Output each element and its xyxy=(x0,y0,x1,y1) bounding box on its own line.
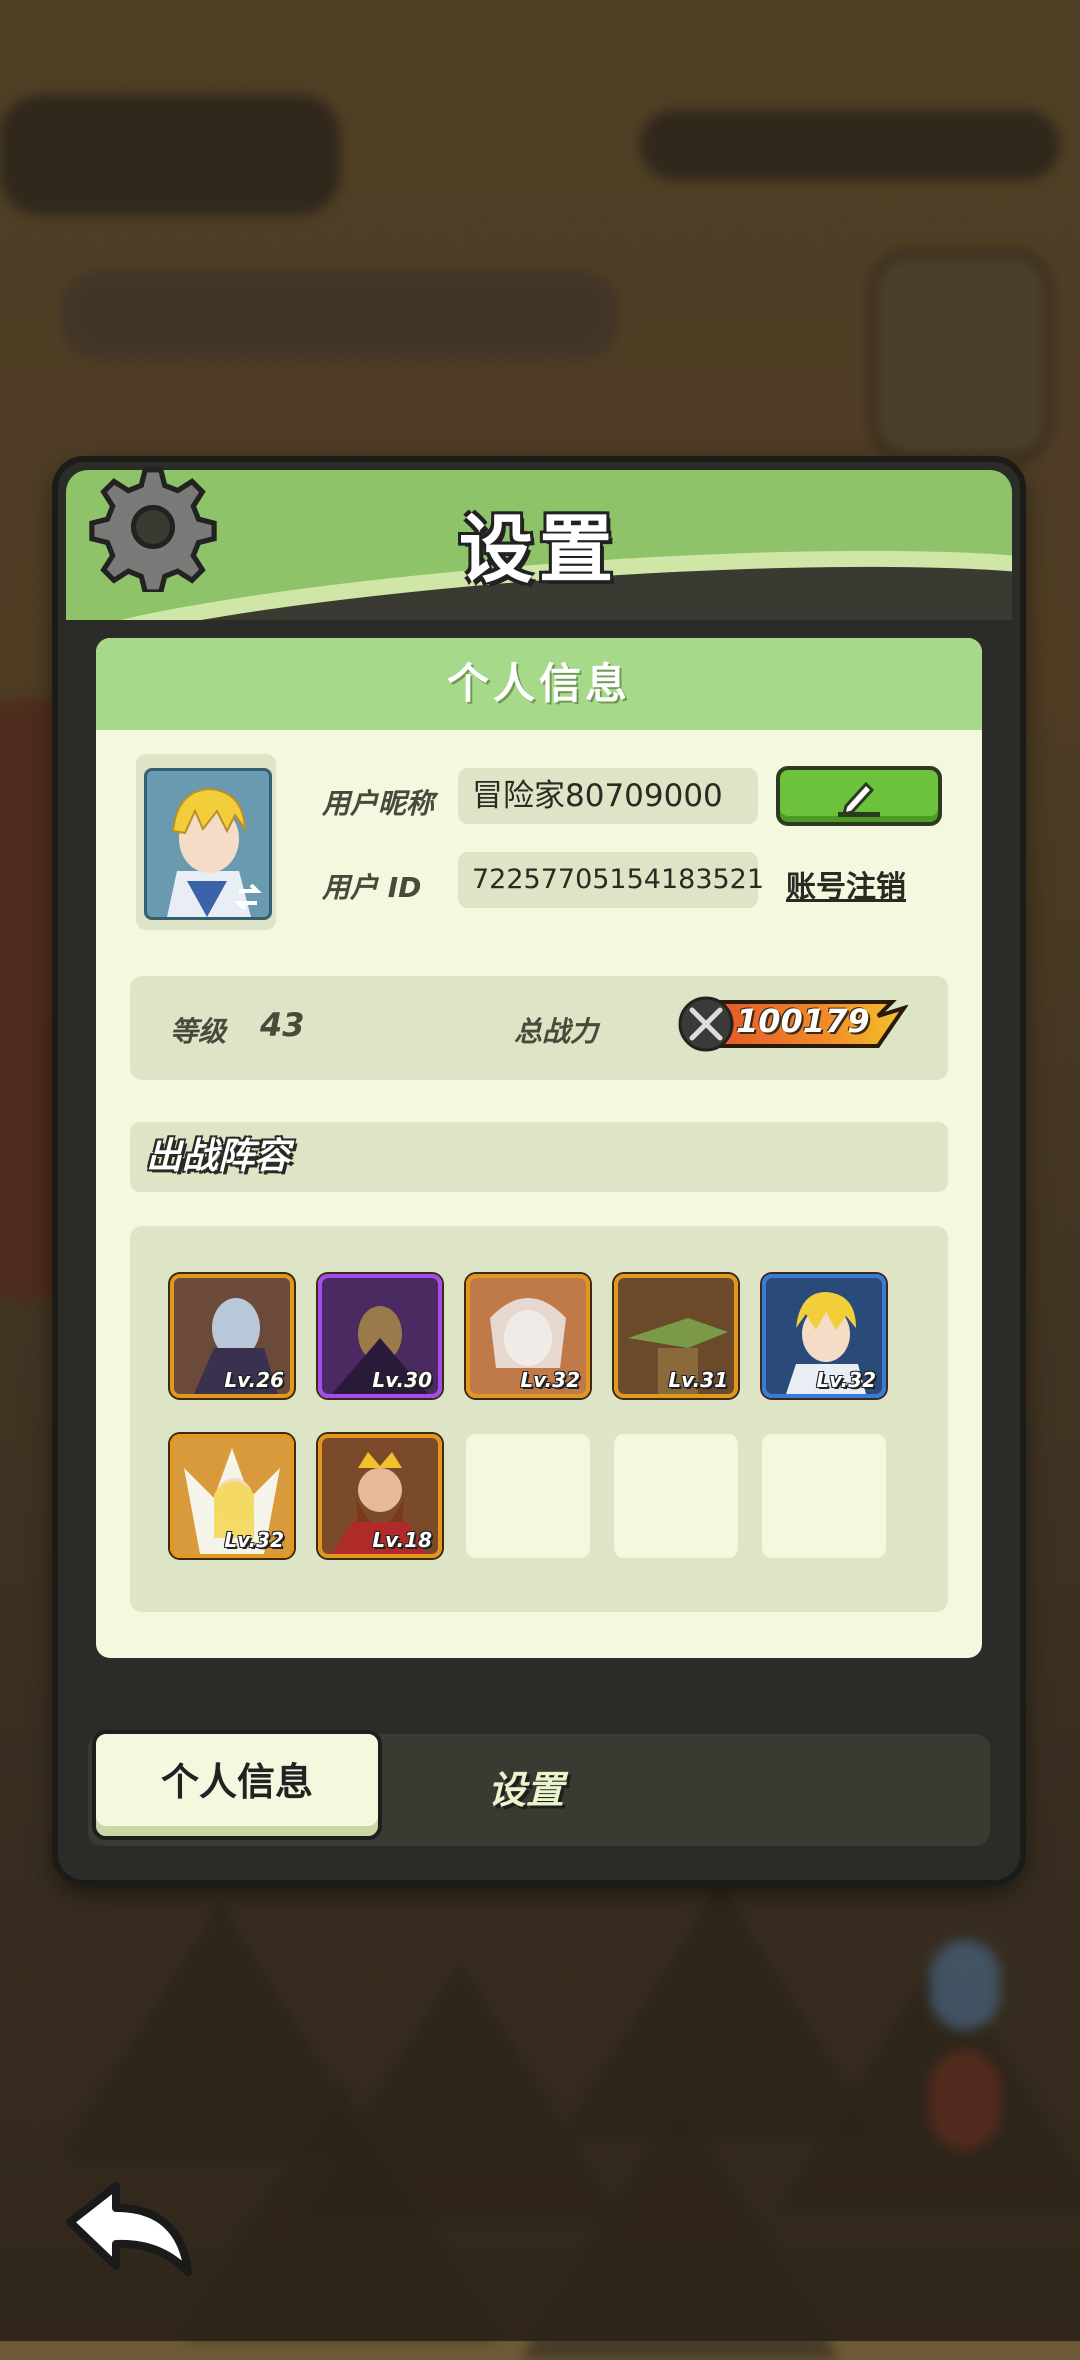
level-label: 等级 xyxy=(170,1015,227,1048)
nickname-label: 用户昵称 xyxy=(322,787,435,820)
hero-level: Lv.32 xyxy=(816,1368,876,1392)
lineup-title: 出战阵容 xyxy=(130,1122,948,1192)
hero-slot[interactable]: Lv.31 xyxy=(614,1274,738,1398)
tab-profile[interactable]: 个人信息 xyxy=(92,1730,382,1840)
hero-level: Lv.26 xyxy=(224,1368,284,1392)
lineup-grid: Lv.26 Lv.30 Lv.32 Lv.31 Lv.32 Lv.32 Lv.1… xyxy=(130,1226,948,1612)
hero-slot[interactable]: Lv.26 xyxy=(170,1274,294,1398)
hero-level: Lv.32 xyxy=(520,1368,580,1392)
avatar[interactable] xyxy=(144,768,272,920)
section-title: 个人信息 xyxy=(96,638,982,730)
hero-slot[interactable]: Lv.30 xyxy=(318,1274,442,1398)
hero-slot[interactable]: Lv.32 xyxy=(170,1434,294,1558)
hero-slot[interactable]: Lv.32 xyxy=(466,1274,590,1398)
settings-panel: 设置 个人信息 用户昵称 冒险家80709000 用户 ID 722577051… xyxy=(58,462,1020,1880)
hero-level: Lv.32 xyxy=(224,1528,284,1552)
back-arrow-icon[interactable] xyxy=(60,2182,200,2282)
tab-settings[interactable]: 设置 xyxy=(488,1734,564,1846)
hero-level: Lv.18 xyxy=(372,1528,432,1552)
level-value: 43 xyxy=(260,1006,305,1044)
user-id-label: 用户 ID xyxy=(322,871,422,904)
tab-bar: 个人信息 设置 xyxy=(88,1730,990,1846)
hero-slot[interactable]: Lv.18 xyxy=(318,1434,442,1558)
avatar-frame[interactable] xyxy=(136,754,276,930)
empty-slot[interactable] xyxy=(466,1434,590,1558)
empty-slot[interactable] xyxy=(762,1434,886,1558)
edit-nickname-button[interactable] xyxy=(776,766,942,826)
hero-slot[interactable]: Lv.32 xyxy=(762,1274,886,1398)
pencil-icon xyxy=(838,781,880,817)
power-label: 总战力 xyxy=(514,1015,599,1048)
hero-level: Lv.31 xyxy=(668,1368,728,1392)
empty-slot[interactable] xyxy=(614,1434,738,1558)
gear-icon xyxy=(89,467,217,592)
user-id-field: 72257705154183521 xyxy=(458,852,764,908)
hero-level: Lv.30 xyxy=(372,1368,432,1392)
profile-card: 个人信息 用户昵称 冒险家80709000 用户 ID 722577051541… xyxy=(96,638,982,1658)
nickname-field: 冒险家80709000 xyxy=(458,768,758,824)
power-value: 100179 xyxy=(736,1002,870,1040)
account-logout-link[interactable]: 账号注销 xyxy=(786,862,906,906)
stats-bar: 等级 43 总战力 100179 xyxy=(130,976,948,1080)
power-badge: 100179 xyxy=(678,994,908,1054)
